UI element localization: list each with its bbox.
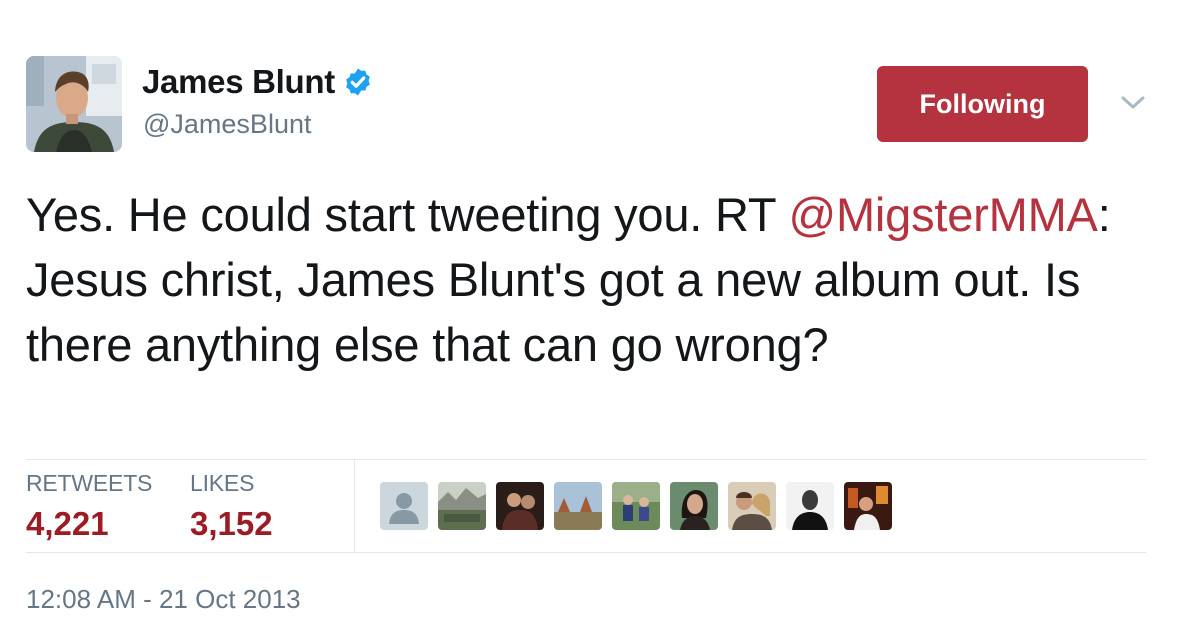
verified-badge-icon — [346, 68, 370, 96]
tweet-text: Yes. He could start tweeting you. RT @Mi… — [26, 182, 1166, 377]
liker-avatars — [380, 482, 892, 530]
desert-photo-avatar — [554, 482, 602, 530]
likes-stat[interactable]: LIKES 3,152 — [190, 470, 273, 543]
tweet-text-start: Yes. He could start tweeting you. RT — [26, 188, 789, 241]
liker-avatar-2[interactable] — [438, 482, 486, 530]
silhouette-portrait-avatar — [786, 482, 834, 530]
following-button[interactable]: Following — [877, 66, 1088, 142]
likes-count: 3,152 — [190, 505, 273, 542]
retweets-count: 4,221 — [26, 505, 109, 542]
people-photo-avatar — [496, 482, 544, 530]
woman-photo-avatar — [670, 482, 718, 530]
liker-avatar-1[interactable] — [380, 482, 428, 530]
tweet-timestamp[interactable]: 12:08 AM - 21 Oct 2013 — [26, 584, 301, 615]
liker-avatar-9[interactable] — [844, 482, 892, 530]
group-photo-avatar — [612, 482, 660, 530]
mention-link[interactable]: @MigsterMMA — [788, 188, 1097, 241]
liker-avatar-7[interactable] — [728, 482, 776, 530]
liker-avatar-4[interactable] — [554, 482, 602, 530]
author-handle[interactable]: @JamesBlunt — [143, 109, 311, 140]
stats-vertical-divider — [354, 460, 355, 552]
retweets-label: RETWEETS — [26, 470, 153, 496]
likes-label: LIKES — [190, 470, 255, 496]
liker-avatar-3[interactable] — [496, 482, 544, 530]
stats-bottom-divider — [26, 552, 1146, 553]
retweets-stat[interactable]: RETWEETS 4,221 — [26, 470, 152, 543]
stats-top-divider — [26, 459, 1146, 460]
author-avatar[interactable] — [26, 56, 122, 152]
liker-avatar-6[interactable] — [670, 482, 718, 530]
couple-photo-avatar — [728, 482, 776, 530]
liker-avatar-5[interactable] — [612, 482, 660, 530]
author-display-name[interactable]: James Blunt — [142, 63, 335, 101]
author-name-row[interactable]: James Blunt — [142, 62, 373, 102]
party-photo-avatar — [844, 482, 892, 530]
default-avatar-icon — [380, 482, 428, 530]
more-options-chevron-down-icon[interactable] — [1118, 88, 1148, 118]
liker-avatar-8[interactable] — [786, 482, 834, 530]
author-photo — [26, 56, 122, 152]
landscape-photo-avatar — [438, 482, 486, 530]
